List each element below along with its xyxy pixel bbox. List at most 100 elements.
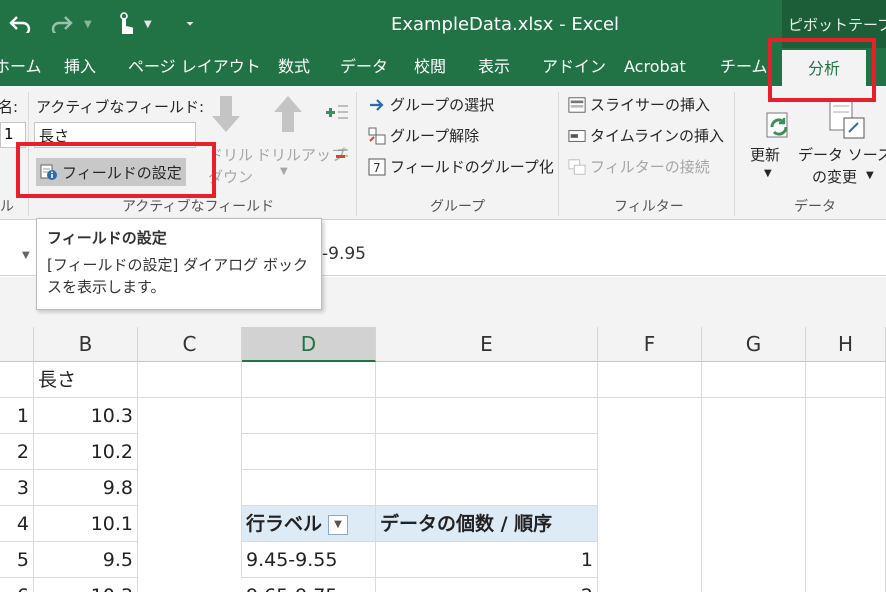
highlight-box — [16, 142, 216, 198]
active-field-label: アクティブなフィールド: — [36, 98, 205, 116]
ungroup-icon — [368, 127, 386, 145]
window-title: ExampleData.xlsx - Excel — [390, 14, 620, 35]
tab-view[interactable]: 表示 — [478, 48, 510, 86]
cell[interactable] — [242, 470, 376, 506]
tab-data[interactable]: データ — [340, 48, 388, 86]
cell[interactable] — [376, 470, 598, 506]
filter-dropdown-icon[interactable]: ▼ — [328, 514, 349, 535]
collapse-field-icon[interactable] — [326, 146, 348, 168]
row-number[interactable]: 1 — [0, 398, 34, 434]
cell[interactable] — [242, 398, 376, 434]
cell[interactable] — [598, 362, 702, 398]
ribbon-tabs: ホーム 挿入 ページ レイアウト 数式 データ 校閲 表示 アドイン Acrob… — [0, 48, 886, 86]
tab-acrobat[interactable]: Acrobat — [624, 48, 686, 86]
pivot-count[interactable]: 1 — [376, 542, 598, 578]
cell[interactable] — [702, 398, 806, 592]
tab-page-layout[interactable]: ページ レイアウト — [128, 48, 261, 86]
col-header-h[interactable]: H — [806, 327, 886, 362]
col-header-c[interactable]: C — [138, 327, 242, 362]
col-header-b[interactable]: B — [34, 327, 138, 362]
cell-b[interactable]: 10.3 — [34, 398, 138, 434]
col-header-g[interactable]: G — [702, 327, 806, 362]
worksheet-grid[interactable]: 長さ 1 10.3 2 10.2 3 9.8 4 10.1 5 9.5 6 10… — [0, 362, 886, 592]
row-number[interactable]: 4 — [0, 506, 34, 542]
tab-home[interactable]: ホーム — [0, 48, 42, 86]
group-label-data: データ — [794, 199, 836, 215]
expand-field-icon[interactable] — [326, 102, 348, 124]
formula-value: -9.95 — [322, 244, 366, 264]
tab-insert[interactable]: 挿入 — [64, 48, 96, 86]
col-header-e[interactable]: E — [376, 327, 598, 362]
refresh-icon[interactable] — [764, 110, 794, 142]
tooltip-title: フィールドの設定 — [47, 229, 167, 247]
drill-up-dropdown-icon[interactable]: ▼ — [280, 166, 288, 177]
change-source-label-1[interactable]: データ ソース — [798, 144, 886, 165]
name-box-dropdown-icon[interactable]: ▼ — [22, 250, 30, 261]
col-header-f[interactable]: F — [598, 327, 702, 362]
drill-down-icon — [208, 92, 244, 136]
group-label-filter: フィルター — [614, 199, 684, 215]
slicer-icon — [568, 96, 586, 114]
cell[interactable] — [806, 398, 886, 592]
field-settings-tooltip: フィールドの設定 [フィールドの設定] ダイアログ ボックスを表示します。 — [36, 218, 322, 310]
drill-up-icon — [270, 92, 306, 136]
filter-connections-icon — [568, 158, 586, 176]
cell[interactable] — [702, 362, 806, 398]
pivot-row-label[interactable]: 9.45-9.55 — [242, 542, 376, 578]
pivot-row-label[interactable]: 9.65-9.75 — [242, 578, 376, 592]
cell[interactable] — [376, 398, 598, 434]
insert-slicer-button[interactable]: スライサーの挿入 — [568, 94, 710, 115]
group-selection-button[interactable]: グループの選択 — [368, 94, 494, 115]
cell[interactable] — [242, 362, 376, 398]
col-header-d[interactable]: D — [242, 327, 376, 362]
pivot-count-header[interactable]: データの個数 / 順序 — [376, 506, 598, 542]
change-source-icon[interactable] — [828, 96, 868, 142]
separator — [356, 92, 357, 216]
tab-review[interactable]: 校閲 — [414, 48, 446, 86]
separator — [558, 92, 559, 216]
row-number[interactable] — [0, 362, 34, 398]
tab-formulas[interactable]: 数式 — [278, 48, 310, 86]
pivot-count[interactable]: 2 — [376, 578, 598, 592]
tab-team[interactable]: チーム — [720, 48, 768, 86]
group-field-icon: 7 — [368, 158, 386, 176]
cell-b[interactable]: 9.8 — [34, 470, 138, 506]
tab-addins[interactable]: アドイン — [542, 48, 606, 86]
separator — [734, 92, 735, 216]
cell[interactable] — [138, 398, 242, 578]
filter-connections-button[interactable]: フィルターの接続 — [568, 156, 710, 177]
cell-b[interactable]: 10.1 — [34, 506, 138, 542]
cell-b-header[interactable]: 長さ — [34, 362, 138, 398]
cell-b[interactable]: 9.5 — [34, 542, 138, 578]
cell[interactable] — [376, 434, 598, 470]
change-source-label-2[interactable]: の変更 — [812, 166, 857, 187]
insert-timeline-button[interactable]: タイムラインの挿入 — [568, 125, 724, 146]
cell-b[interactable]: 10.2 — [34, 434, 138, 470]
cell-b[interactable]: 10.3 — [34, 578, 138, 592]
cell[interactable] — [138, 362, 242, 398]
change-source-dropdown-icon[interactable]: ▼ — [866, 170, 874, 181]
refresh-dropdown-icon[interactable]: ▼ — [764, 168, 772, 179]
row-number[interactable]: 5 — [0, 542, 34, 578]
tooltip-body: [フィールドの設定] ダイアログ ボックスを表示します。 — [47, 256, 308, 296]
cell[interactable] — [806, 362, 886, 398]
group-label-active-field: アクティブなフィールド — [122, 199, 275, 215]
timeline-icon — [568, 127, 586, 145]
group-label-group: グループ — [430, 199, 486, 215]
name-label: 名: — [0, 98, 19, 116]
row-number[interactable]: 3 — [0, 470, 34, 506]
row-number[interactable]: 2 — [0, 434, 34, 470]
cell[interactable] — [376, 362, 598, 398]
group-field-button[interactable]: 7 フィールドのグループ化 — [368, 156, 554, 177]
pivot-row-label-header[interactable]: 行ラベル ▼ — [242, 506, 376, 542]
group-label-pivot: ル — [0, 199, 14, 215]
refresh-label[interactable]: 更新 — [750, 144, 780, 165]
ungroup-button[interactable]: グループ解除 — [368, 125, 479, 146]
title-bar: ▼ ▼ ⏷ ExampleData.xlsx - Excel ピボットテーブル — [0, 0, 886, 48]
highlight-box — [768, 38, 876, 102]
row-number[interactable]: 6 — [0, 578, 34, 592]
col-header-a[interactable] — [0, 327, 34, 362]
svg-text:7: 7 — [373, 161, 381, 175]
cell[interactable] — [598, 398, 702, 592]
cell[interactable] — [242, 434, 376, 470]
